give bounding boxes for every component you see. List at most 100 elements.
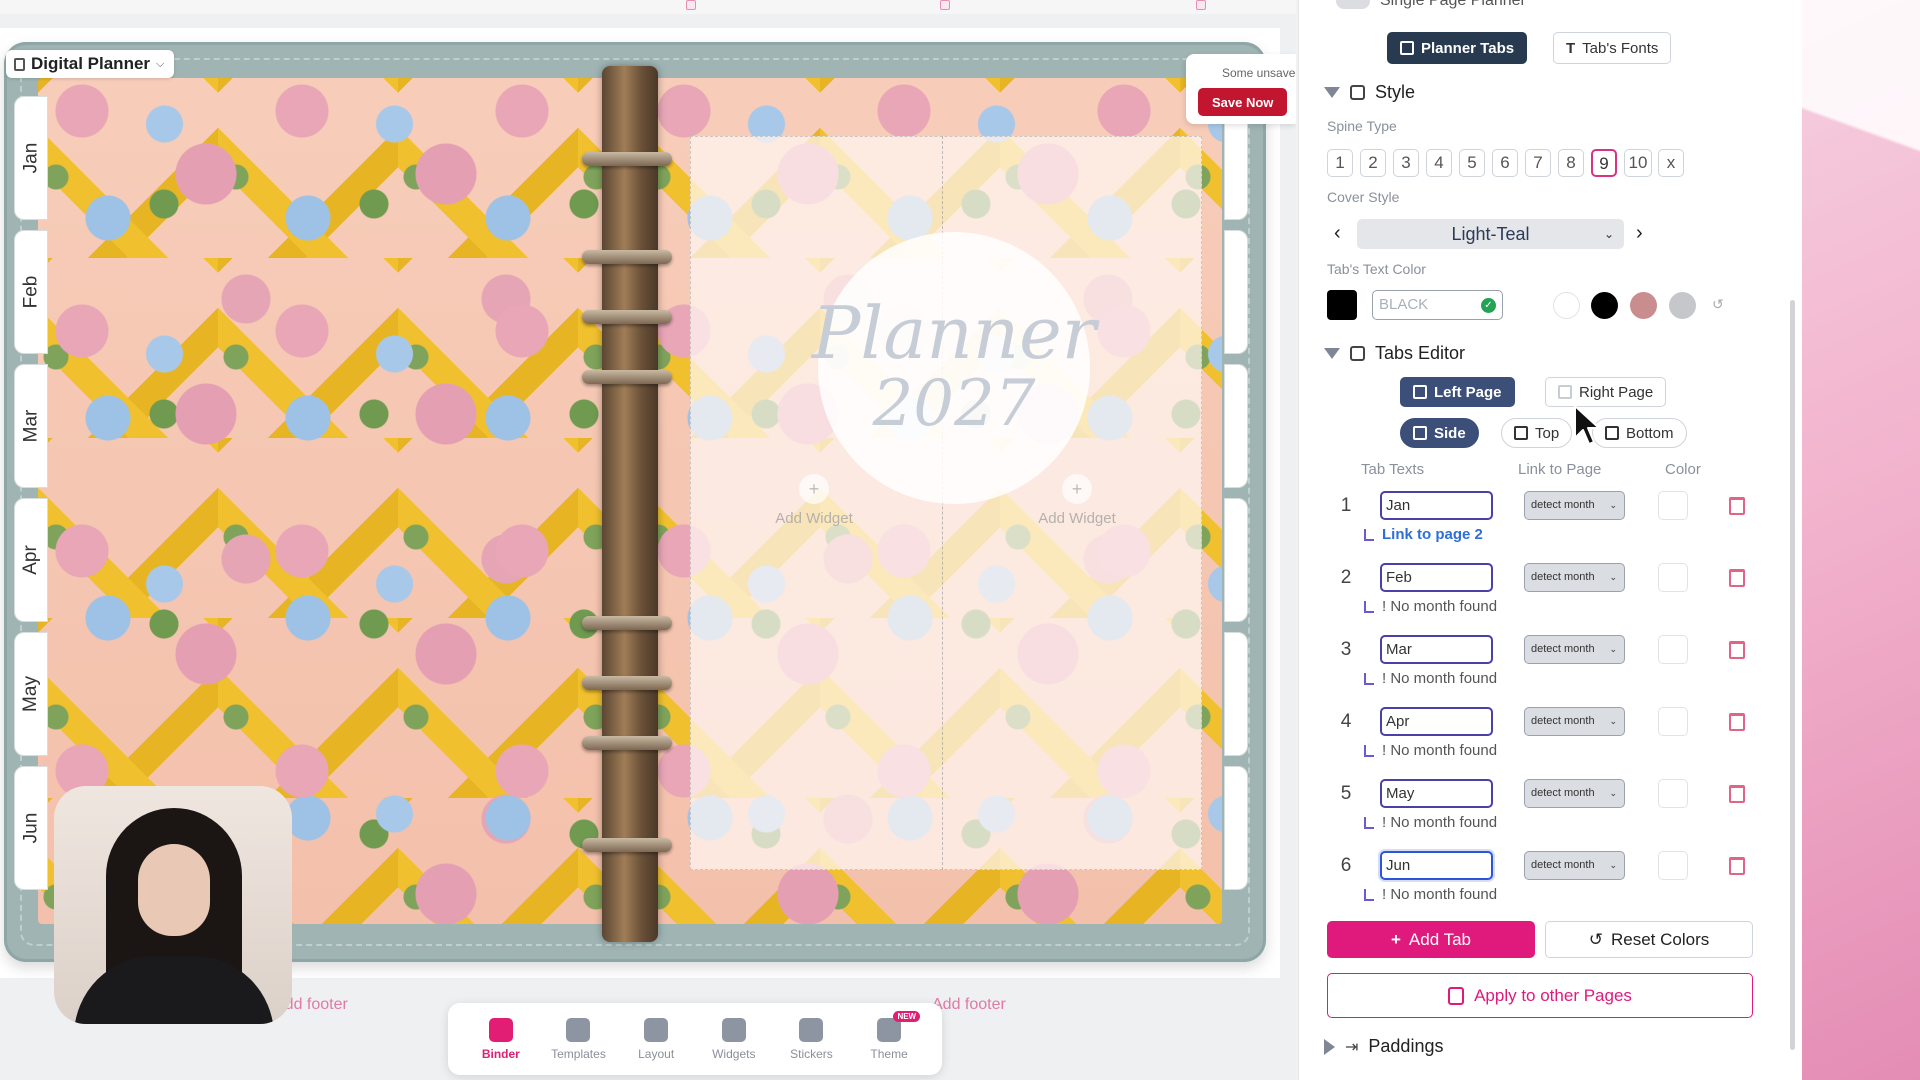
tab-color-swatch[interactable] <box>1658 779 1688 808</box>
font-icon: T <box>1566 39 1576 57</box>
cover-style-select[interactable]: Light-Teal ⌄ <box>1357 219 1624 249</box>
trash-icon[interactable] <box>1729 569 1745 587</box>
toggle-switch[interactable] <box>1336 0 1370 9</box>
text-color-input[interactable]: BLACK ✓ <box>1372 290 1503 320</box>
sidebar-scrollbar[interactable] <box>1790 300 1795 1050</box>
current-color-swatch[interactable] <box>1327 290 1357 320</box>
link-to-page-select[interactable]: detect month ⌄ <box>1524 491 1625 520</box>
right-tab[interactable] <box>1224 632 1248 756</box>
right-tab[interactable] <box>1224 766 1248 890</box>
collapse-triangle-icon <box>1324 87 1340 98</box>
ruler-marker[interactable] <box>686 0 696 10</box>
tab-text-input[interactable]: Feb <box>1380 563 1493 592</box>
style-section-header[interactable]: Style <box>1324 82 1415 103</box>
tab-color-swatch[interactable] <box>1658 563 1688 592</box>
ruler-marker[interactable] <box>1196 0 1206 10</box>
link-to-page-select[interactable]: detect month ⌄ <box>1524 707 1625 736</box>
spine-option-6[interactable]: 6 <box>1492 149 1518 177</box>
swatch-gray[interactable] <box>1669 292 1696 319</box>
month-tab-feb[interactable]: Feb <box>14 230 48 354</box>
tab-color-swatch[interactable] <box>1658 707 1688 736</box>
sub-arrow-icon <box>1364 888 1374 901</box>
unsaved-notice: Some unsaved Save Now <box>1186 54 1296 124</box>
tab-text-input[interactable]: May <box>1380 779 1493 808</box>
top-ruler <box>0 0 1296 14</box>
toolbar-stickers[interactable]: Stickers <box>774 1009 848 1069</box>
spine-option-7[interactable]: 7 <box>1525 149 1551 177</box>
link-to-page-select[interactable]: detect month ⌄ <box>1524 635 1625 664</box>
swatch-white[interactable] <box>1553 292 1580 319</box>
plus-icon: + <box>1390 929 1401 949</box>
toolbar-layout[interactable]: Layout <box>619 1009 693 1069</box>
trash-icon[interactable] <box>1729 713 1745 731</box>
single-page-toggle[interactable]: Single Page Planner <box>1336 0 1526 10</box>
add-tab-button[interactable]: + Add Tab <box>1327 921 1535 958</box>
reset-colors-button[interactable]: ↺ Reset Colors <box>1545 921 1753 958</box>
trash-icon[interactable] <box>1729 785 1745 803</box>
tab-color-swatch[interactable] <box>1658 635 1688 664</box>
cover-style-label: Cover Style <box>1327 189 1400 205</box>
month-tab-mar[interactable]: Mar <box>14 364 48 488</box>
position-top-button[interactable]: Top <box>1501 418 1573 448</box>
link-to-page-select[interactable]: detect month ⌄ <box>1524 851 1625 880</box>
tab-color-swatch[interactable] <box>1658 491 1688 520</box>
col-link-to-page: Link to Page <box>1518 461 1602 478</box>
spine-option-3[interactable]: 3 <box>1393 149 1419 177</box>
spine-option-1[interactable]: 1 <box>1327 149 1353 177</box>
save-now-button[interactable]: Save Now <box>1198 88 1288 116</box>
binder-ring <box>582 250 672 264</box>
reset-color-icon[interactable]: ↺ <box>1712 296 1724 313</box>
tab-text-input[interactable]: Apr <box>1380 707 1493 736</box>
swatch-black[interactable] <box>1591 292 1618 319</box>
spine-option-2[interactable]: 2 <box>1360 149 1386 177</box>
spine-option-4[interactable]: 4 <box>1426 149 1452 177</box>
position-bottom-button[interactable]: Bottom <box>1592 418 1687 448</box>
toolbar-templates[interactable]: Templates <box>541 1009 615 1069</box>
ruler-marker[interactable] <box>940 0 950 10</box>
tab-link-note[interactable]: Link to page 2 <box>1364 526 1483 543</box>
add-widget-slot-left[interactable]: + Add Widget <box>754 474 874 527</box>
tab-color-swatch[interactable] <box>1658 851 1688 880</box>
planner-name-dropdown[interactable]: Digital Planner ⌵ <box>6 50 175 78</box>
toolbar-widgets[interactable]: Widgets <box>697 1009 771 1069</box>
left-page-button[interactable]: Left Page <box>1400 377 1515 407</box>
sub-arrow-icon <box>1364 672 1374 685</box>
right-page-button[interactable]: Right Page <box>1545 377 1667 407</box>
link-to-page-select[interactable]: detect month ⌄ <box>1524 563 1625 592</box>
spine-option-none[interactable]: x <box>1658 149 1684 177</box>
chevron-down-icon: ⌄ <box>1609 860 1617 870</box>
tab-fonts-button[interactable]: T Tab's Fonts <box>1553 32 1672 64</box>
link-to-page-select[interactable]: detect month ⌄ <box>1524 779 1625 808</box>
chevron-right-icon[interactable]: › <box>1636 222 1643 245</box>
spine-option-9[interactable]: 9 <box>1591 149 1617 177</box>
spine-option-8[interactable]: 8 <box>1558 149 1584 177</box>
swatch-rose[interactable] <box>1630 292 1657 319</box>
month-tab-jan[interactable]: Jan <box>14 96 48 220</box>
paddings-section-header[interactable]: ⇥ Paddings <box>1324 1036 1443 1057</box>
tabs-editor-header[interactable]: Tabs Editor <box>1324 343 1465 364</box>
add-widget-slot-right[interactable]: + Add Widget <box>1017 474 1137 527</box>
tab-text-input[interactable]: Jun <box>1380 851 1493 880</box>
spine-option-10[interactable]: 10 <box>1624 149 1652 177</box>
tab-row-number: 1 <box>1340 495 1352 516</box>
month-tab-jun[interactable]: Jun <box>14 766 48 890</box>
chevron-left-icon[interactable]: ‹ <box>1334 222 1341 245</box>
trash-icon[interactable] <box>1729 497 1745 515</box>
month-tab-may[interactable]: May <box>14 632 48 756</box>
spine-option-5[interactable]: 5 <box>1459 149 1485 177</box>
apply-to-other-pages-button[interactable]: Apply to other Pages <box>1327 973 1753 1018</box>
add-footer-right[interactable]: Add footer <box>932 996 1006 1014</box>
tab-text-input[interactable]: Jan <box>1380 491 1493 520</box>
month-tab-apr[interactable]: Apr <box>14 498 48 622</box>
tab-text-input[interactable]: Mar <box>1380 635 1493 664</box>
left-page-icon <box>1413 385 1427 399</box>
planner-tabs-button[interactable]: Planner Tabs <box>1387 32 1528 64</box>
trash-icon[interactable] <box>1729 857 1745 875</box>
toolbar-theme[interactable]: NEW Theme <box>852 1009 926 1069</box>
right-tab[interactable] <box>1224 230 1248 354</box>
trash-icon[interactable] <box>1729 641 1745 659</box>
position-side-button[interactable]: Side <box>1400 418 1479 448</box>
right-tab[interactable] <box>1224 364 1248 488</box>
toolbar-binder[interactable]: Binder <box>464 1009 538 1069</box>
right-tab[interactable] <box>1224 498 1248 622</box>
